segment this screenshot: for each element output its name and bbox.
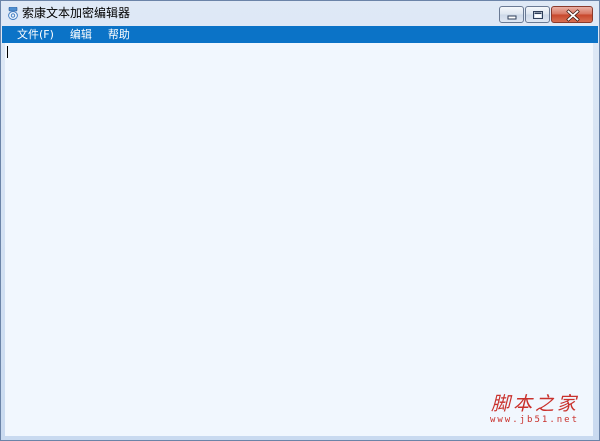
menu-file[interactable]: 文件(F) [10,26,61,43]
text-editor[interactable] [5,43,593,436]
menu-bar: 文件(F) 编辑 帮助 [2,26,598,43]
watermark-url: www.jb51.net [489,415,579,425]
watermark: 脚本之家 www.jb51.net [490,393,579,426]
text-caret [7,46,8,58]
title-bar[interactable]: 索康文本加密编辑器 [1,1,599,25]
maximize-icon [533,11,543,19]
menu-help[interactable]: 帮助 [101,26,137,43]
window-title: 索康文本加密编辑器 [22,6,131,20]
caption-buttons [499,6,593,24]
close-icon [566,9,580,22]
menu-edit[interactable]: 编辑 [63,26,99,43]
app-icon[interactable] [8,6,18,20]
maximize-button[interactable] [525,6,550,23]
close-button[interactable] [551,6,593,23]
minimize-button[interactable] [499,6,524,23]
watermark-brand: 脚本之家 [490,393,579,415]
minimize-icon [507,15,517,20]
app-window: 索康文本加密编辑器 文件(F) 编辑 帮助 脚本之家 www.jb51.net [0,0,600,441]
